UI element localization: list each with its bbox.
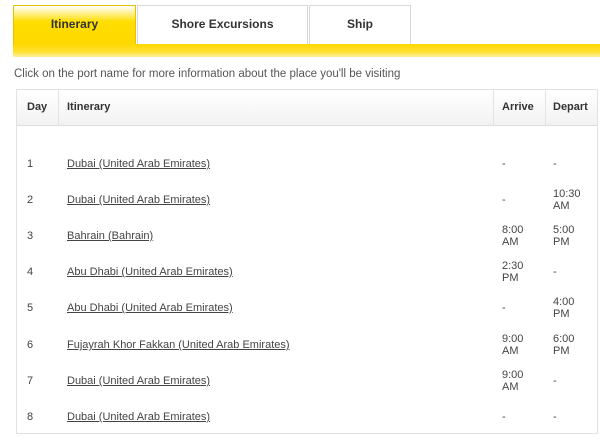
table-row: 5 Abu Dhabi (United Arab Emirates) - 4:00 PM <box>17 290 597 326</box>
port-link[interactable]: Fujayrah Khor Fakkan (United Arab Emirat… <box>67 339 290 351</box>
depart-time: 6:00 PM <box>553 333 593 357</box>
depart-time-line: 4:00 <box>553 296 575 308</box>
day-number: 6 <box>27 339 34 351</box>
port-link[interactable]: Dubai (United Arab Emirates) <box>67 411 210 423</box>
arrive-time: 9:00 AM <box>502 369 542 393</box>
table-row: 4 Abu Dhabi (United Arab Emirates) 2:30 PM - <box>17 254 597 290</box>
table-row: 7 Dubai (United Arab Emirates) 9:00 AM - <box>17 363 597 399</box>
depart-time: 5:00 PM <box>553 224 593 248</box>
day-number: 1 <box>27 158 34 170</box>
depart-time-line: 5:00 <box>553 224 575 236</box>
arrive-time-line: 8:00 <box>502 224 524 236</box>
day-number: 2 <box>27 194 34 206</box>
arrive-time-line: AM <box>502 345 519 357</box>
arrive-time-line: 9:00 <box>502 333 524 345</box>
arrive-time-line: AM <box>502 381 519 393</box>
arrive-time: 2:30 PM <box>502 260 542 284</box>
port-link[interactable]: Abu Dhabi (United Arab Emirates) <box>67 302 233 314</box>
depart-time-line: - <box>553 158 557 170</box>
header-arrive: Arrive <box>502 101 534 113</box>
day-number: 7 <box>27 375 34 387</box>
depart-time: - <box>553 411 593 423</box>
depart-time-line: - <box>553 266 557 278</box>
depart-time: 10:30 AM <box>553 188 593 212</box>
table-row: 3 Bahrain (Bahrain) 8:00 AM 5:00 PM <box>17 218 597 254</box>
arrive-time-line: 9:00 <box>502 369 524 381</box>
table-row: 1 Dubai (United Arab Emirates) - - <box>17 146 597 182</box>
depart-time-line: 10:30 <box>553 188 581 200</box>
day-number: 8 <box>27 411 34 423</box>
header-divider <box>545 90 546 125</box>
tab-underline-bar <box>13 44 600 57</box>
port-link[interactable]: Dubai (United Arab Emirates) <box>67 375 210 387</box>
table-row: 6 Fujayrah Khor Fakkan (United Arab Emira… <box>17 327 597 363</box>
arrive-time: 8:00 AM <box>502 224 542 248</box>
port-link[interactable]: Dubai (United Arab Emirates) <box>67 194 210 206</box>
port-link[interactable]: Bahrain (Bahrain) <box>67 230 153 242</box>
depart-time-line: - <box>553 411 557 423</box>
depart-time-line: PM <box>553 236 570 248</box>
itinerary-table: Day Itinerary Arrive Depart 1 Dubai (Unit… <box>16 89 598 434</box>
table-row: 2 Dubai (United Arab Emirates) - 10:30 AM <box>17 182 597 218</box>
depart-time-line: - <box>553 375 557 387</box>
tab-shore-excursions[interactable]: Shore Excursions <box>137 5 308 45</box>
header-depart: Depart <box>553 101 588 113</box>
arrive-time: - <box>502 302 542 314</box>
intro-text: Click on the port name for more informat… <box>14 68 401 80</box>
arrive-time-line: - <box>502 194 506 206</box>
arrive-time-line: PM <box>502 272 519 284</box>
header-itinerary: Itinerary <box>67 101 111 113</box>
arrive-time-line: - <box>502 302 506 314</box>
header-divider <box>493 90 494 125</box>
arrive-time: 9:00 AM <box>502 333 542 357</box>
day-number: 5 <box>27 302 34 314</box>
depart-time-line: 6:00 <box>553 333 575 345</box>
depart-time: 4:00 PM <box>553 296 593 320</box>
arrive-time: - <box>502 194 542 206</box>
header-divider <box>58 90 59 125</box>
arrive-time: - <box>502 411 542 423</box>
arrive-time-line: - <box>502 158 506 170</box>
arrive-time-line: AM <box>502 236 519 248</box>
tab-strip: Itinerary Shore Excursions Ship <box>13 5 600 45</box>
depart-time: - <box>553 158 593 170</box>
tab-ship[interactable]: Ship <box>309 5 411 45</box>
port-link[interactable]: Dubai (United Arab Emirates) <box>67 158 210 170</box>
table-row: 8 Dubai (United Arab Emirates) - - <box>17 399 597 435</box>
tab-itinerary[interactable]: Itinerary <box>13 5 136 45</box>
arrive-time-line: 2:30 <box>502 260 524 272</box>
day-number: 4 <box>27 266 34 278</box>
depart-time: - <box>553 375 593 387</box>
depart-time: - <box>553 266 593 278</box>
depart-time-line: AM <box>553 200 570 212</box>
depart-time-line: PM <box>553 345 570 357</box>
arrive-time-line: - <box>502 411 506 423</box>
header-day: Day <box>27 101 48 113</box>
table-header: Day Itinerary Arrive Depart <box>17 90 597 126</box>
day-number: 3 <box>27 230 34 242</box>
port-link[interactable]: Abu Dhabi (United Arab Emirates) <box>67 266 233 278</box>
arrive-time: - <box>502 158 542 170</box>
depart-time-line: PM <box>553 308 570 320</box>
